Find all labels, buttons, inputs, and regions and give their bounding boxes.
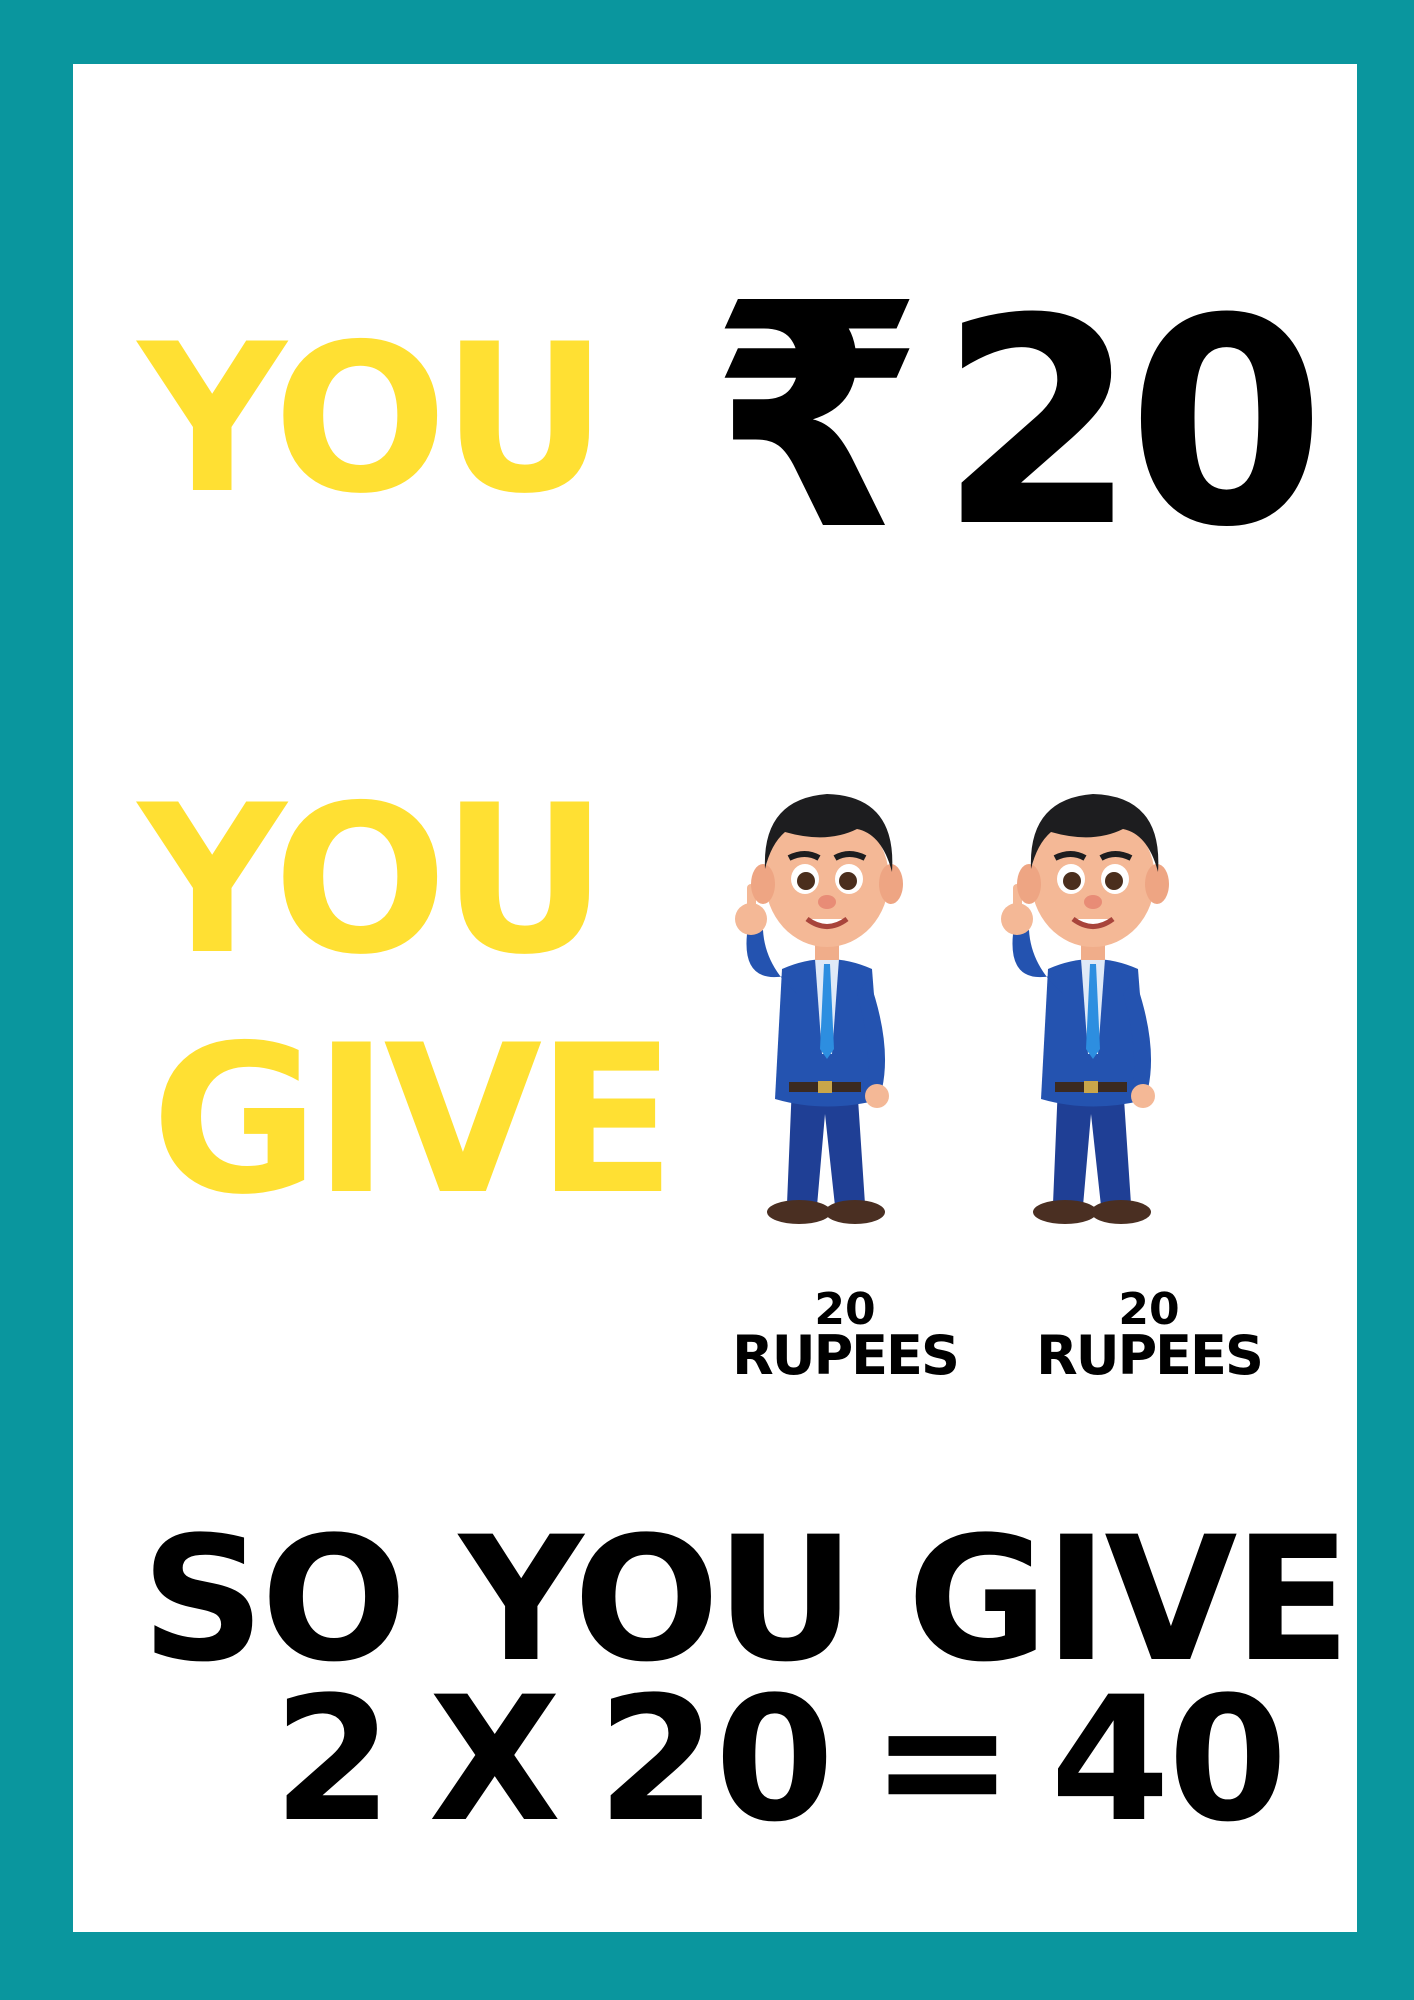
you-label-2: YOU <box>138 762 608 1000</box>
worksheet-card: YOU ₹ 20 YOU GIVE 20 RUPEES 20 RUPEES SO… <box>73 64 1357 1932</box>
amount-value: 20 <box>939 258 1326 590</box>
rupee-symbol: ₹ <box>709 238 925 599</box>
businessman-thumbs-up-icon <box>1001 794 1169 1224</box>
person-caption: 20 RUPEES <box>1029 1288 1269 1387</box>
conclusion-equation: 2 X 20 = 40 <box>273 1659 1288 1860</box>
caption-unit: RUPEES <box>732 1324 960 1387</box>
you-label: YOU <box>138 301 608 539</box>
give-label: GIVE <box>151 1002 676 1240</box>
person-caption: 20 RUPEES <box>725 1288 965 1387</box>
caption-unit: RUPEES <box>1036 1324 1264 1387</box>
businessman-thumbs-up-icon <box>735 794 903 1224</box>
page-border: YOU ₹ 20 YOU GIVE 20 RUPEES 20 RUPEES SO… <box>0 0 1414 2000</box>
